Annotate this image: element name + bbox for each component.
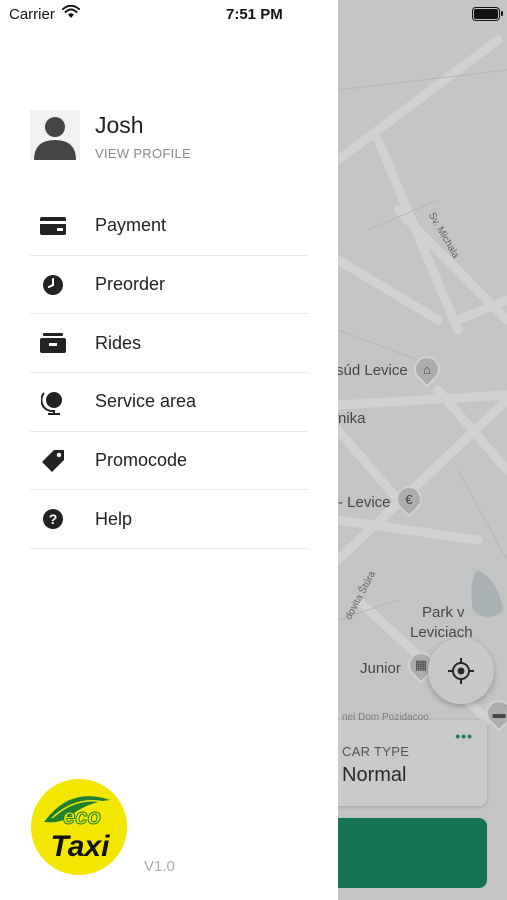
menu-item-service-area[interactable]: Service area xyxy=(30,373,308,432)
map-place-label: - Levice xyxy=(338,494,391,511)
more-options-icon[interactable]: ••• xyxy=(455,728,473,744)
car-type-card[interactable]: ••• CAR TYPE Normal xyxy=(338,720,487,806)
wifi-icon xyxy=(62,5,80,18)
rides-icon xyxy=(40,330,66,356)
profile-header[interactable]: Josh VIEW PROFILE xyxy=(30,110,320,162)
car-type-value: Normal xyxy=(342,764,407,786)
map-place-label: súd Levice xyxy=(338,362,408,379)
avatar[interactable] xyxy=(30,110,80,160)
menu-item-label: Rides xyxy=(95,332,142,353)
battery-icon xyxy=(472,7,503,21)
map-park-label: Park v xyxy=(422,604,465,621)
user-silhouette-icon xyxy=(34,117,76,160)
menu-item-label: Promocode xyxy=(95,450,188,471)
menu-item-preorder[interactable]: Preorder xyxy=(30,256,308,315)
credit-card-icon xyxy=(40,213,66,239)
map-street-label: nika xyxy=(338,410,366,427)
map-place-label: Junior xyxy=(360,660,401,677)
profile-name: Josh xyxy=(95,112,144,138)
help-icon: ? xyxy=(40,506,66,532)
menu-item-label: Help xyxy=(95,508,133,529)
menu-item-label: Service area xyxy=(95,391,197,412)
car-type-label: CAR TYPE xyxy=(342,744,410,759)
menu-item-promocode[interactable]: Promocode xyxy=(30,432,308,491)
ecotaxi-logo: eco Taxi xyxy=(30,778,128,876)
my-location-button[interactable] xyxy=(428,638,494,704)
app-version: V1.0 xyxy=(144,858,175,875)
svg-text:Taxi: Taxi xyxy=(51,830,111,863)
view-profile-link[interactable]: VIEW PROFILE xyxy=(95,146,191,161)
menu-item-label: Preorder xyxy=(95,274,166,295)
map-view[interactable]: Sv. Michala súd Levice ⌂ nika - Levice €… xyxy=(338,0,507,900)
drawer-menu: Payment Preorder Rides Service area Prom… xyxy=(30,197,308,550)
svg-text:?: ? xyxy=(49,511,58,527)
tag-icon xyxy=(40,448,66,474)
status-time: 7:51 PM xyxy=(226,6,283,23)
svg-text:eco: eco xyxy=(63,804,101,829)
status-bar: Carrier 7:51 PM xyxy=(0,0,507,28)
clock-icon xyxy=(40,272,66,298)
menu-item-label: Payment xyxy=(95,215,167,236)
order-button[interactable] xyxy=(338,818,487,888)
side-drawer: Josh VIEW PROFILE Payment Preorder Rides… xyxy=(0,0,338,900)
crosshair-icon xyxy=(448,658,474,684)
carrier-name: Carrier xyxy=(9,6,55,23)
menu-item-rides[interactable]: Rides xyxy=(30,314,308,374)
globe-icon xyxy=(40,389,66,415)
menu-item-help[interactable]: ? Help xyxy=(30,490,308,550)
menu-item-payment[interactable]: Payment xyxy=(30,197,308,256)
